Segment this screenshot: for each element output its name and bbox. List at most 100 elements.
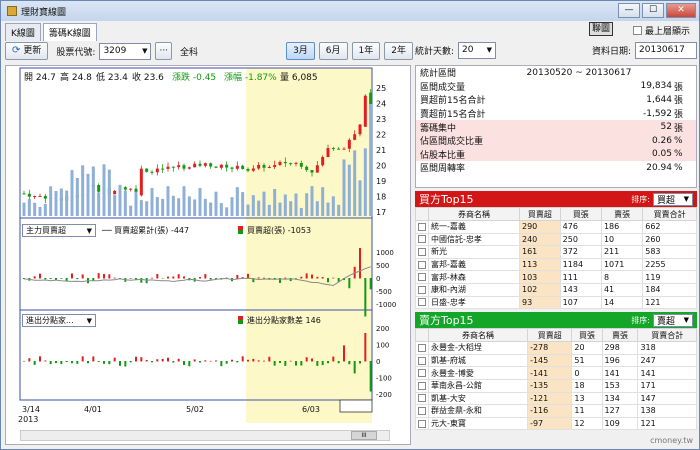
column-header[interactable]: 買賣合計 [642, 207, 697, 221]
column-header[interactable]: 買張 [559, 207, 602, 221]
chart-pane[interactable]: 開 24.7 高 24.8 低 23.4 收 23.6 漲跌 -0.45 漲幅 -1.87… [5, 65, 411, 445]
chart-toolbar: ⟳ 更新 股票代號: 3209 ▼ ··· 全科 3月 6月 1年 2年 [5, 39, 413, 63]
price-axis-label: 20 [376, 162, 386, 171]
table-cell: 138 [637, 404, 697, 418]
row-checkbox[interactable] [415, 353, 429, 368]
table-row[interactable]: 富邦-嘉義 113 1184 1071 2255 [415, 257, 697, 272]
table-row[interactable]: 日盛-忠孝 93 107 14 121 [415, 295, 697, 310]
row-checkbox[interactable] [415, 416, 429, 431]
range-1y-button[interactable]: 1年 [351, 42, 381, 60]
table-row[interactable]: 統一-嘉義 290 476 186 662 [415, 220, 697, 234]
table-row[interactable]: 華南永昌-公館 -135 18 153 171 [415, 378, 697, 393]
row-checkbox[interactable] [415, 282, 429, 297]
column-header[interactable]: 買賣超 [518, 207, 561, 221]
table-row[interactable]: 新光 161 372 211 583 [415, 245, 697, 259]
row-checkbox[interactable] [415, 341, 429, 355]
table-row[interactable]: 群益金鼎-永和 -116 11 127 138 [415, 404, 697, 418]
ind1-axis-label: 500 [376, 262, 389, 270]
ind2-bar [65, 361, 68, 362]
stock-code-input[interactable]: 3209 ▼ [99, 42, 152, 60]
chevron-down-icon[interactable]: ▼ [87, 317, 92, 325]
table-row[interactable]: 凱基-府城 -145 51 196 247 [415, 353, 697, 368]
sell-sort-value: 賣超 [657, 316, 676, 327]
row-checkbox[interactable] [415, 257, 429, 272]
row-checkbox[interactable] [415, 366, 429, 380]
checkbox-box[interactable] [633, 26, 642, 35]
range-6m-button[interactable]: 6月 [318, 42, 348, 60]
date-input[interactable]: 20130617 [635, 41, 697, 59]
row-checkbox[interactable] [415, 295, 429, 310]
refresh-label: 更新 [23, 46, 42, 56]
scroll-thumb[interactable]: III [351, 431, 377, 440]
table-cell: 新光 [428, 245, 520, 259]
range-3m-button[interactable]: 3月 [286, 42, 315, 60]
volume-bar [198, 188, 202, 216]
sell-sort-select[interactable]: 賣超 ▼ [653, 313, 693, 327]
close-button[interactable]: ✕ [666, 3, 696, 18]
volume-bar [230, 197, 234, 216]
ind2-bar [364, 333, 367, 362]
table-cell: 186 [600, 220, 644, 234]
kline-chart[interactable]: 開 24.7 高 24.8 低 23.4 收 23.6 漲跌 -0.45 漲幅 -1.87… [6, 66, 410, 444]
ind1-bar [327, 278, 329, 283]
chevron-down-icon[interactable]: ▼ [684, 316, 689, 324]
refresh-button[interactable]: ⟳ 更新 [5, 42, 49, 60]
always-on-top-checkbox[interactable]: 最上層顯示 [633, 24, 690, 37]
chevron-down-icon[interactable]: ▼ [684, 195, 689, 203]
table-row[interactable]: 元大-東寶 -97 12 109 121 [415, 416, 697, 431]
table-row[interactable]: 永豐金-大稻埕 -278 20 298 318 [415, 341, 697, 355]
days-select[interactable]: 20 ▼ [458, 41, 497, 59]
more-button[interactable]: ··· [155, 42, 173, 60]
ind1-line-legend: ── 買賣超累計(張) -447 [101, 225, 189, 235]
table-cell: 184 [642, 282, 697, 297]
table-cell: 12 [571, 416, 603, 431]
ind1-bar [103, 274, 105, 279]
table-row[interactable]: 永豐金-博愛 -141 0 141 141 [415, 366, 697, 380]
row-checkbox[interactable] [415, 245, 429, 259]
minimize-button[interactable]: — [618, 3, 640, 18]
volume-bar [91, 166, 95, 216]
ind1-bar [49, 278, 52, 280]
table-row[interactable]: 中國信託-忠孝 240 250 10 260 [415, 232, 697, 247]
candle-body [353, 134, 357, 140]
table-row[interactable]: 富邦-林森 103 111 8 119 [415, 270, 697, 284]
row-checkbox[interactable] [415, 220, 429, 234]
buy-sort-select[interactable]: 買超 ▼ [653, 192, 693, 206]
indicator1-select[interactable]: 主力買賣超 ▼ [22, 224, 96, 237]
column-header[interactable]: 買賣合計 [637, 328, 697, 343]
table-row[interactable]: 康和-內湖 102 143 41 184 [415, 282, 697, 297]
volume-bar [166, 186, 170, 216]
chevron-down-icon[interactable]: ▼ [142, 47, 147, 55]
column-header[interactable]: 買張 [571, 328, 603, 343]
horizontal-scrollbar[interactable]: III [20, 430, 390, 441]
indicator2-select[interactable]: 進出分點家... ▼ [22, 314, 96, 327]
stats-unit: % [674, 149, 683, 160]
row-checkbox[interactable] [415, 391, 429, 406]
candle-body [27, 193, 31, 197]
row-checkbox[interactable] [415, 404, 429, 418]
chevron-down-icon[interactable]: ▼ [87, 227, 92, 235]
column-header[interactable]: 買賣超 [527, 328, 573, 343]
chevron-down-icon[interactable]: ▼ [487, 46, 492, 54]
row-checkbox[interactable] [415, 378, 429, 393]
range-2y-button[interactable]: 2年 [384, 42, 413, 60]
candle-body [38, 195, 42, 197]
candle-body [241, 165, 245, 169]
ind1-bar [44, 278, 47, 280]
ind1-bar [348, 278, 351, 289]
table-cell: -145 [527, 353, 573, 368]
maximize-button[interactable]: ☐ [642, 3, 664, 18]
row-checkbox[interactable] [415, 270, 429, 284]
table-row[interactable]: 凱基-大安 -121 13 134 147 [415, 391, 697, 406]
volume-bar [299, 207, 303, 216]
ind1-bar [113, 277, 116, 279]
ind1-bar [71, 273, 73, 279]
candle-body [187, 167, 191, 169]
volume-bar [262, 191, 266, 216]
column-header[interactable]: 賣張 [600, 207, 644, 221]
row-checkbox[interactable] [415, 232, 429, 247]
column-header[interactable]: 券商名稱 [427, 328, 529, 343]
column-header[interactable]: 賣張 [601, 328, 639, 343]
link-chart-button[interactable]: 聯圖 [589, 22, 613, 36]
column-header[interactable]: 券商名稱 [428, 207, 520, 221]
